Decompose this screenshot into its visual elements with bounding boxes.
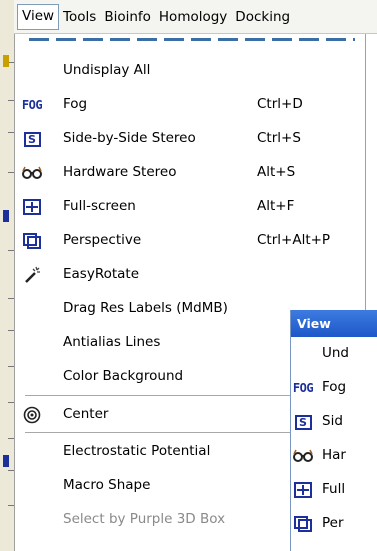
menu-item-shortcut: Ctrl+S	[257, 130, 301, 146]
menu-item-label: Drag Res Labels (MdMB)	[63, 300, 228, 316]
center-target-icon	[22, 406, 42, 424]
glasses-icon	[22, 164, 42, 182]
window-item-fog[interactable]: FOG Fog	[291, 371, 377, 405]
window-item-label: Per	[322, 515, 344, 531]
window-item-side-by-side[interactable]: S Sid	[291, 405, 377, 439]
menu-item-label: Fog	[63, 96, 88, 112]
menu-item-label: Electrostatic Potential	[63, 443, 211, 459]
menu-item-shortcut: Ctrl+D	[257, 96, 303, 112]
menu-item-label: Hardware Stereo	[63, 164, 177, 180]
window-item-label: Fog	[322, 379, 347, 395]
menu-item-label: Select by Purple 3D Box	[63, 511, 226, 527]
menu-view[interactable]: View	[17, 3, 60, 30]
side-by-side-stereo-icon: S	[22, 130, 42, 148]
menu-item-shortcut: Alt+S	[257, 164, 296, 180]
menubar: View Tools Bioinfo Homology Docking	[14, 0, 377, 34]
menu-tools[interactable]: Tools	[59, 5, 100, 29]
menu-item-label: Side-by-Side Stereo	[63, 130, 196, 146]
menu-item-label: Full-screen	[63, 198, 136, 214]
menu-item-label: Antialias Lines	[63, 334, 161, 350]
window-item-full-screen[interactable]: Full	[291, 473, 377, 507]
menu-item-shortcut: Ctrl+Alt+P	[257, 232, 331, 248]
menu-item-label: EasyRotate	[63, 266, 140, 282]
menu-item-label: Undisplay All	[63, 62, 151, 78]
menu-item-label: Center	[63, 406, 109, 422]
window-item-label: Har	[322, 447, 346, 463]
view-torn-off-window: View Und FOG Fog S Sid Har Full Per	[290, 310, 377, 551]
fullscreen-icon	[293, 481, 313, 499]
menu-item-undisplay-all[interactable]: Undisplay All	[15, 54, 365, 88]
side-by-side-stereo-icon: S	[293, 413, 313, 431]
menu-item-label: Color Background	[63, 368, 184, 384]
tearoff-line[interactable]	[29, 38, 355, 41]
fog-icon: FOG	[292, 381, 314, 395]
fog-icon: FOG	[21, 98, 43, 112]
menu-homology[interactable]: Homology	[155, 5, 231, 29]
menu-item-side-by-side-stereo[interactable]: S Side-by-Side Stereo Ctrl+S	[15, 122, 365, 156]
window-item-label: Und	[322, 345, 350, 361]
window-item-undisplay[interactable]: Und	[291, 337, 377, 371]
menu-item-shortcut: Alt+F	[257, 198, 295, 214]
menu-item-full-screen[interactable]: Full-screen Alt+F	[15, 190, 365, 224]
menu-item-label: Macro Shape	[63, 477, 151, 493]
window-title[interactable]: View	[291, 310, 377, 337]
window-item-perspective[interactable]: Per	[291, 507, 377, 541]
magic-wand-icon	[22, 266, 42, 284]
fullscreen-icon	[22, 198, 42, 216]
background-window-edge	[0, 0, 14, 551]
menu-item-label: Perspective	[63, 232, 142, 248]
menu-item-fog[interactable]: FOG Fog Ctrl+D	[15, 88, 365, 122]
window-item-label: Sid	[322, 413, 343, 429]
menu-docking[interactable]: Docking	[231, 5, 294, 29]
menu-item-perspective[interactable]: Perspective Ctrl+Alt+P	[15, 224, 365, 258]
menu-item-hardware-stereo[interactable]: Hardware Stereo Alt+S	[15, 156, 365, 190]
window-item-label: Full	[322, 481, 346, 497]
glasses-icon	[293, 447, 313, 465]
perspective-icon	[293, 515, 313, 533]
menu-item-easyrotate[interactable]: EasyRotate	[15, 258, 365, 292]
menu-bioinfo[interactable]: Bioinfo	[100, 5, 155, 29]
perspective-icon	[22, 232, 42, 250]
window-item-hardware-stereo[interactable]: Har	[291, 439, 377, 473]
